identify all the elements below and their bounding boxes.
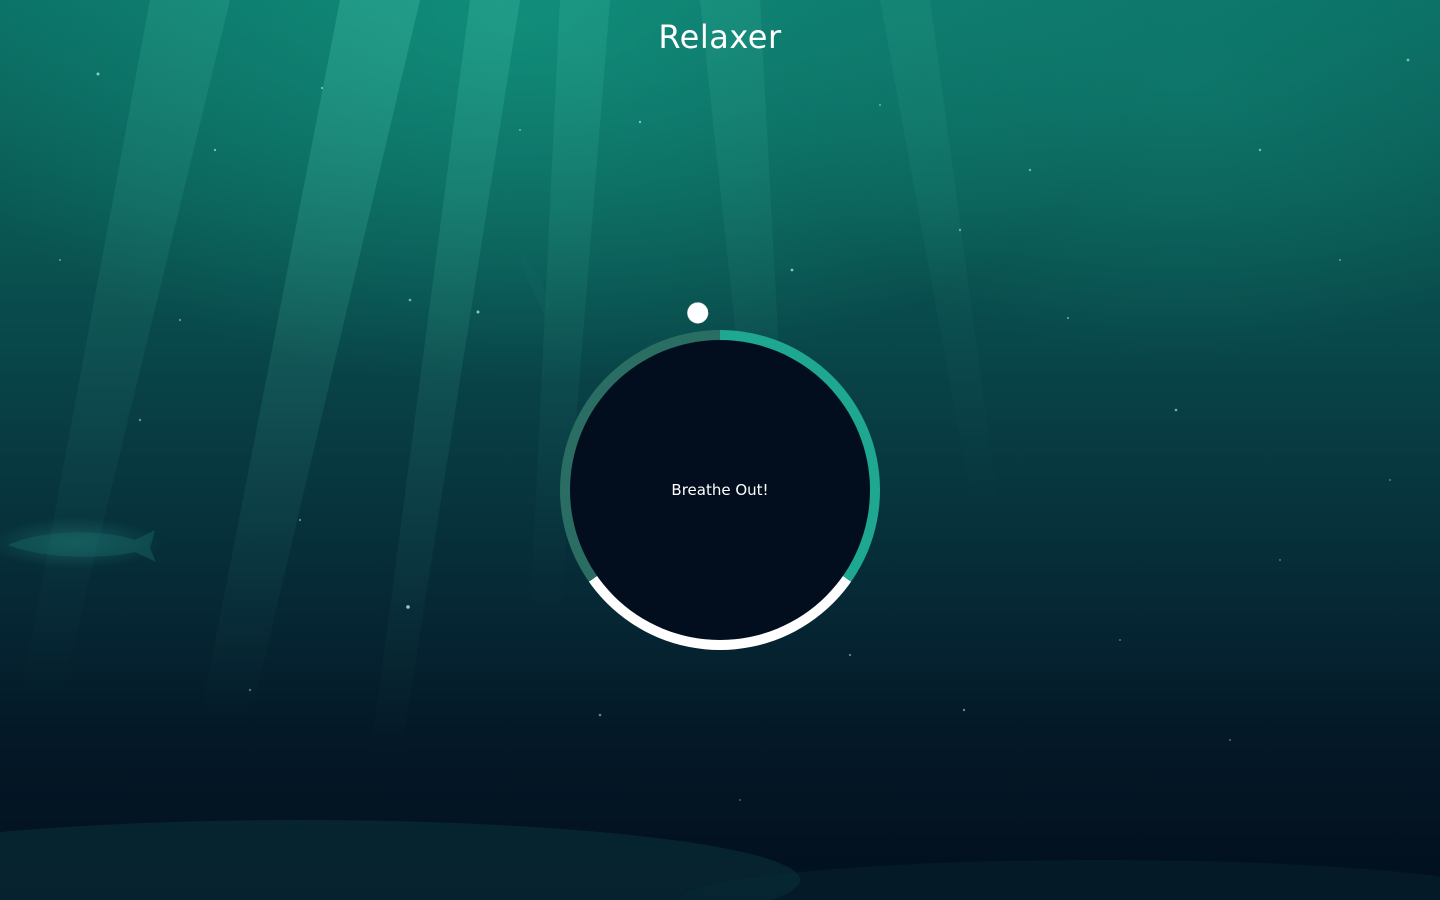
app-title: Relaxer — [658, 18, 782, 56]
progress-pointer-icon — [686, 301, 710, 325]
fish-silhouette — [0, 250, 556, 569]
pointer-track — [542, 301, 899, 669]
breathing-circle[interactable]: Breathe Out! — [560, 301, 880, 650]
